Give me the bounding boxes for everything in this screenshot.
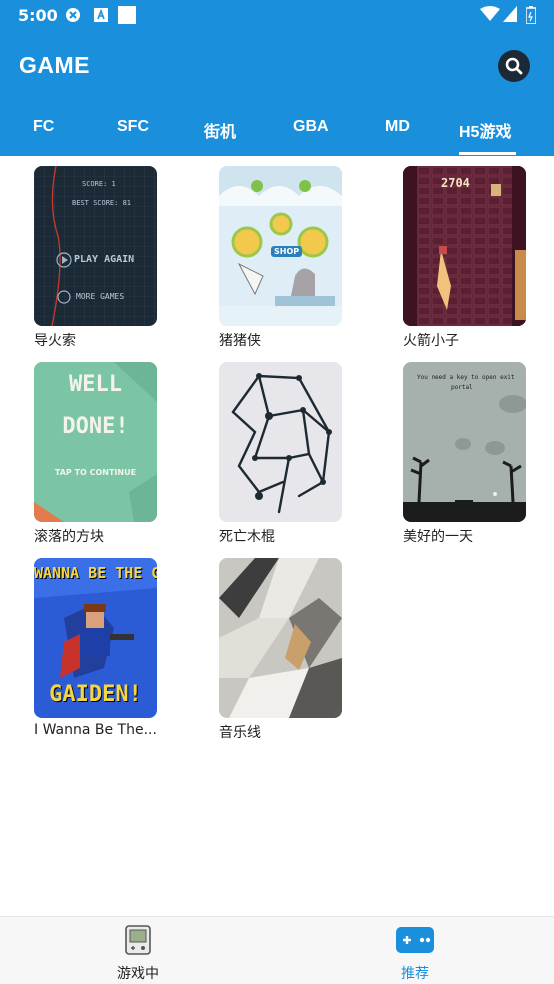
game-thumbnail: WELL DONE! TAP TO CONTINUE (34, 362, 157, 522)
game-card[interactable]: 音乐线 (219, 558, 343, 742)
game-thumbnail: WANNA BE THE GU GAIDEN! (34, 558, 157, 718)
game-title: 导火索 (34, 333, 76, 349)
game-thumbnail (219, 558, 342, 718)
game-title: 音乐线 (219, 725, 261, 741)
shop-label: SHOP (271, 246, 303, 257)
shield-notification-icon (66, 8, 80, 22)
tap-to-continue-text: TAP TO CONTINUE (54, 468, 137, 477)
score-counter: 2704 (441, 176, 470, 190)
gameboy-icon (125, 925, 151, 955)
gaiden-text: GAIDEN! (49, 682, 142, 707)
game-title: 滚落的方块 (34, 529, 104, 545)
title-art-text: WANNA BE THE GU (34, 564, 157, 582)
best-score-text: BEST SCORE: 81 (72, 199, 132, 207)
play-again-text: PLAY AGAIN (74, 254, 135, 265)
hint-text-line1: You need a key to open exit (417, 374, 515, 381)
battery-icon (526, 6, 536, 24)
game-card[interactable]: You need a key to open exit portal 美好的一天 (403, 362, 527, 546)
game-thumbnail (219, 362, 342, 522)
wifi-icon (480, 6, 500, 21)
tab-md[interactable]: MD (385, 118, 410, 136)
app-bar: 5:00 GAME FC SFC 街机 GBA MD H5游戏 (0, 0, 554, 156)
game-card[interactable]: 2704 火箭小子 (403, 166, 527, 350)
nav-label-playing: 游戏中 (117, 966, 159, 982)
gamepad-icon (396, 927, 434, 953)
game-thumbnail: You need a key to open exit portal (403, 362, 526, 522)
nav-item-recommended[interactable]: 推荐 (355, 925, 475, 983)
tab-gba[interactable]: GBA (293, 118, 329, 136)
game-thumbnail: SHOP (219, 166, 342, 326)
search-button[interactable] (498, 50, 530, 82)
nav-label-recommended: 推荐 (401, 966, 429, 982)
status-time: 5:00 (18, 6, 58, 25)
active-tab-indicator (459, 152, 516, 155)
game-card[interactable]: SHOP 猪猪侠 (219, 166, 343, 350)
score-text: SCORE: 1 (82, 180, 116, 188)
nav-item-playing[interactable]: 游戏中 (78, 925, 198, 983)
bottom-navigation: 游戏中 推荐 (0, 916, 554, 984)
tab-h5-games[interactable]: H5游戏 (459, 118, 511, 142)
game-card[interactable]: SCORE: 1 BEST SCORE: 81 PLAY AGAIN MORE … (34, 166, 158, 350)
category-tabs: FC SFC 街机 GBA MD H5游戏 (0, 108, 554, 156)
signal-icon (503, 6, 517, 22)
status-bar: 5:00 (0, 0, 554, 30)
search-icon (505, 57, 523, 75)
more-games-text: MORE GAMES (76, 292, 125, 301)
game-title: 美好的一天 (403, 529, 473, 545)
done-text: DONE! (62, 414, 129, 439)
tab-sfc[interactable]: SFC (117, 118, 149, 136)
font-notification-icon (94, 8, 108, 22)
square-notification-icon (118, 6, 136, 24)
game-title: 火箭小子 (403, 333, 459, 349)
game-card[interactable]: WELL DONE! TAP TO CONTINUE 滚落的方块 (34, 362, 158, 546)
hint-text-line2: portal (451, 384, 473, 391)
app-title: GAME (19, 52, 90, 78)
game-card[interactable]: WANNA BE THE GU GAIDEN! I Wanna Be The..… (34, 558, 158, 738)
game-card[interactable]: 死亡木棍 (219, 362, 343, 546)
game-thumbnail: SCORE: 1 BEST SCORE: 81 PLAY AGAIN MORE … (34, 166, 157, 326)
well-text: WELL (69, 372, 122, 397)
tab-fc[interactable]: FC (33, 118, 54, 136)
game-title: 猪猪侠 (219, 333, 261, 349)
game-thumbnail: 2704 (403, 166, 526, 326)
game-title: 死亡木棍 (219, 529, 275, 545)
game-title: I Wanna Be The... (34, 722, 157, 738)
tab-arcade[interactable]: 街机 (204, 118, 236, 142)
